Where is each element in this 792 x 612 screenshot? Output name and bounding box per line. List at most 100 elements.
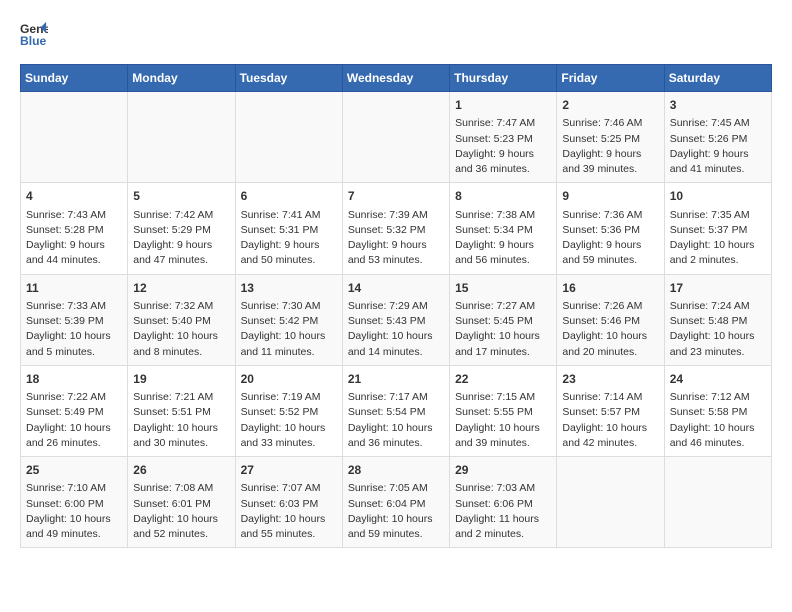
day-info: Daylight: 9 hours and 59 minutes.: [562, 238, 658, 268]
day-info: Sunrise: 7:32 AM: [133, 299, 229, 314]
day-info: Sunset: 5:29 PM: [133, 223, 229, 238]
day-info: Sunrise: 7:21 AM: [133, 390, 229, 405]
day-info: Sunset: 5:26 PM: [670, 132, 766, 147]
calendar-week-row: 1Sunrise: 7:47 AMSunset: 5:23 PMDaylight…: [21, 92, 772, 183]
calendar-cell: 19Sunrise: 7:21 AMSunset: 5:51 PMDayligh…: [128, 365, 235, 456]
day-info: Sunrise: 7:05 AM: [348, 481, 444, 496]
calendar-header-row: SundayMondayTuesdayWednesdayThursdayFrid…: [21, 65, 772, 92]
day-info: Sunrise: 7:39 AM: [348, 208, 444, 223]
day-info: Sunset: 5:40 PM: [133, 314, 229, 329]
calendar-cell: 5Sunrise: 7:42 AMSunset: 5:29 PMDaylight…: [128, 183, 235, 274]
day-info: Daylight: 9 hours and 41 minutes.: [670, 147, 766, 177]
calendar-cell: 27Sunrise: 7:07 AMSunset: 6:03 PMDayligh…: [235, 457, 342, 548]
calendar-cell: [342, 92, 449, 183]
day-info: Daylight: 10 hours and 17 minutes.: [455, 329, 551, 359]
day-info: Sunrise: 7:43 AM: [26, 208, 122, 223]
day-info: Sunrise: 7:17 AM: [348, 390, 444, 405]
calendar-cell: [664, 457, 771, 548]
day-info: Daylight: 10 hours and 2 minutes.: [670, 238, 766, 268]
day-info: Sunset: 6:00 PM: [26, 497, 122, 512]
day-info: Sunset: 6:06 PM: [455, 497, 551, 512]
day-number: 11: [26, 280, 122, 297]
calendar-cell: 17Sunrise: 7:24 AMSunset: 5:48 PMDayligh…: [664, 274, 771, 365]
day-info: Sunrise: 7:24 AM: [670, 299, 766, 314]
day-info: Daylight: 10 hours and 30 minutes.: [133, 421, 229, 451]
day-number: 14: [348, 280, 444, 297]
day-info: Sunset: 5:39 PM: [26, 314, 122, 329]
calendar-table: SundayMondayTuesdayWednesdayThursdayFrid…: [20, 64, 772, 548]
day-info: Daylight: 10 hours and 5 minutes.: [26, 329, 122, 359]
day-header-wednesday: Wednesday: [342, 65, 449, 92]
calendar-cell: 20Sunrise: 7:19 AMSunset: 5:52 PMDayligh…: [235, 365, 342, 456]
calendar-cell: 26Sunrise: 7:08 AMSunset: 6:01 PMDayligh…: [128, 457, 235, 548]
calendar-cell: 7Sunrise: 7:39 AMSunset: 5:32 PMDaylight…: [342, 183, 449, 274]
day-info: Sunrise: 7:12 AM: [670, 390, 766, 405]
day-number: 24: [670, 371, 766, 388]
day-number: 10: [670, 188, 766, 205]
day-info: Daylight: 9 hours and 36 minutes.: [455, 147, 551, 177]
day-info: Daylight: 10 hours and 46 minutes.: [670, 421, 766, 451]
day-info: Daylight: 9 hours and 56 minutes.: [455, 238, 551, 268]
day-info: Sunset: 5:36 PM: [562, 223, 658, 238]
day-info: Sunset: 5:58 PM: [670, 405, 766, 420]
day-info: Sunrise: 7:38 AM: [455, 208, 551, 223]
day-number: 25: [26, 462, 122, 479]
day-info: Sunset: 5:48 PM: [670, 314, 766, 329]
day-number: 27: [241, 462, 337, 479]
calendar-cell: 2Sunrise: 7:46 AMSunset: 5:25 PMDaylight…: [557, 92, 664, 183]
day-info: Sunrise: 7:42 AM: [133, 208, 229, 223]
day-info: Sunset: 5:55 PM: [455, 405, 551, 420]
day-info: Daylight: 9 hours and 47 minutes.: [133, 238, 229, 268]
day-info: Daylight: 10 hours and 26 minutes.: [26, 421, 122, 451]
calendar-cell: 8Sunrise: 7:38 AMSunset: 5:34 PMDaylight…: [450, 183, 557, 274]
day-info: Daylight: 9 hours and 39 minutes.: [562, 147, 658, 177]
day-number: 13: [241, 280, 337, 297]
day-info: Sunrise: 7:29 AM: [348, 299, 444, 314]
day-info: Daylight: 9 hours and 50 minutes.: [241, 238, 337, 268]
day-info: Daylight: 9 hours and 53 minutes.: [348, 238, 444, 268]
calendar-cell: 6Sunrise: 7:41 AMSunset: 5:31 PMDaylight…: [235, 183, 342, 274]
day-info: Sunrise: 7:08 AM: [133, 481, 229, 496]
day-number: 4: [26, 188, 122, 205]
calendar-cell: 23Sunrise: 7:14 AMSunset: 5:57 PMDayligh…: [557, 365, 664, 456]
day-info: Daylight: 10 hours and 39 minutes.: [455, 421, 551, 451]
day-info: Daylight: 10 hours and 33 minutes.: [241, 421, 337, 451]
logo-icon: General Blue: [20, 20, 48, 48]
calendar-week-row: 25Sunrise: 7:10 AMSunset: 6:00 PMDayligh…: [21, 457, 772, 548]
day-info: Sunrise: 7:26 AM: [562, 299, 658, 314]
day-info: Daylight: 10 hours and 11 minutes.: [241, 329, 337, 359]
day-info: Sunset: 6:01 PM: [133, 497, 229, 512]
day-header-tuesday: Tuesday: [235, 65, 342, 92]
calendar-cell: 18Sunrise: 7:22 AMSunset: 5:49 PMDayligh…: [21, 365, 128, 456]
calendar-cell: 13Sunrise: 7:30 AMSunset: 5:42 PMDayligh…: [235, 274, 342, 365]
day-header-thursday: Thursday: [450, 65, 557, 92]
day-info: Sunrise: 7:22 AM: [26, 390, 122, 405]
day-info: Sunset: 5:45 PM: [455, 314, 551, 329]
day-info: Sunrise: 7:19 AM: [241, 390, 337, 405]
day-info: Sunset: 5:57 PM: [562, 405, 658, 420]
calendar-cell: 1Sunrise: 7:47 AMSunset: 5:23 PMDaylight…: [450, 92, 557, 183]
day-number: 21: [348, 371, 444, 388]
calendar-week-row: 18Sunrise: 7:22 AMSunset: 5:49 PMDayligh…: [21, 365, 772, 456]
day-info: Sunset: 5:31 PM: [241, 223, 337, 238]
day-info: Sunset: 5:52 PM: [241, 405, 337, 420]
day-info: Sunset: 5:32 PM: [348, 223, 444, 238]
calendar-cell: 4Sunrise: 7:43 AMSunset: 5:28 PMDaylight…: [21, 183, 128, 274]
day-number: 23: [562, 371, 658, 388]
day-header-saturday: Saturday: [664, 65, 771, 92]
calendar-cell: 9Sunrise: 7:36 AMSunset: 5:36 PMDaylight…: [557, 183, 664, 274]
day-info: Sunset: 5:28 PM: [26, 223, 122, 238]
day-info: Daylight: 10 hours and 20 minutes.: [562, 329, 658, 359]
calendar-week-row: 11Sunrise: 7:33 AMSunset: 5:39 PMDayligh…: [21, 274, 772, 365]
day-info: Sunset: 5:25 PM: [562, 132, 658, 147]
day-info: Daylight: 10 hours and 49 minutes.: [26, 512, 122, 542]
day-number: 26: [133, 462, 229, 479]
day-info: Daylight: 10 hours and 55 minutes.: [241, 512, 337, 542]
day-info: Daylight: 10 hours and 14 minutes.: [348, 329, 444, 359]
day-info: Sunrise: 7:30 AM: [241, 299, 337, 314]
day-number: 2: [562, 97, 658, 114]
day-info: Sunrise: 7:03 AM: [455, 481, 551, 496]
calendar-cell: 29Sunrise: 7:03 AMSunset: 6:06 PMDayligh…: [450, 457, 557, 548]
logo: General Blue: [20, 20, 54, 48]
day-info: Sunset: 5:49 PM: [26, 405, 122, 420]
